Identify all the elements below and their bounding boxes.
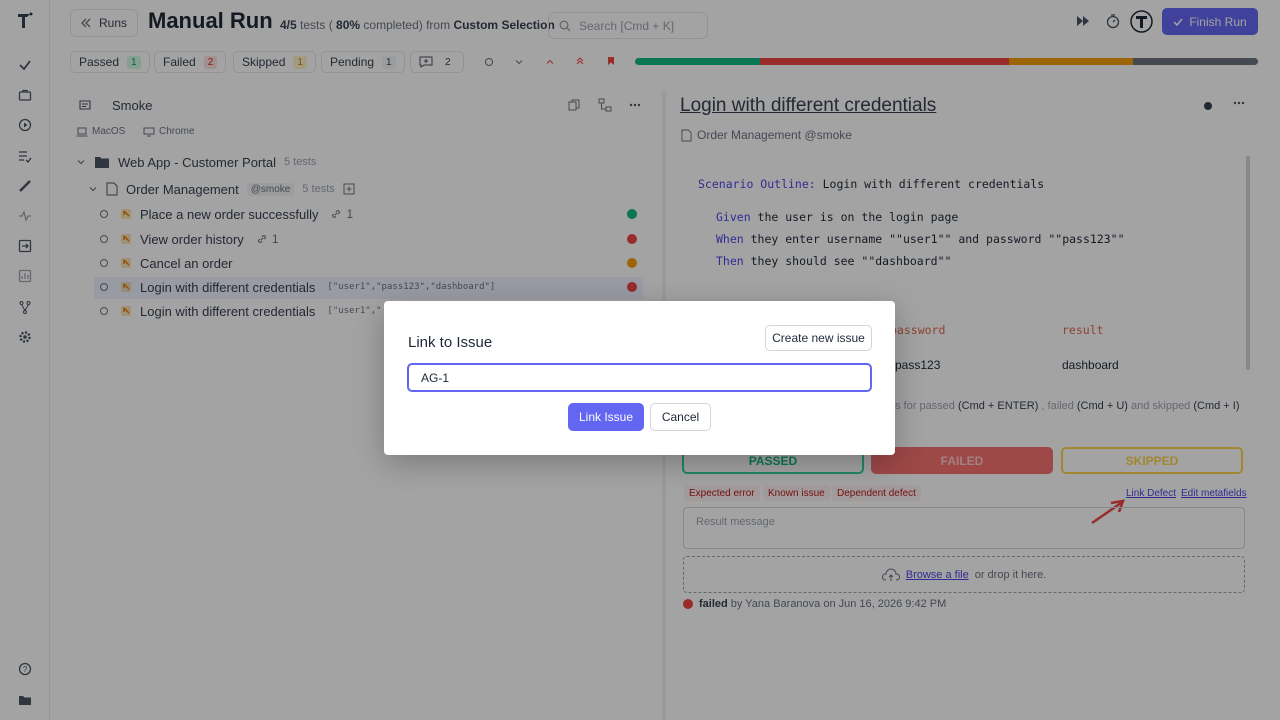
dialog-title: Link to Issue [408,334,493,351]
cancel-button[interactable]: Cancel [650,403,711,431]
create-new-issue-button[interactable]: Create new issue [765,325,872,351]
link-to-issue-dialog: Link to Issue Create new issue Link Issu… [384,301,895,455]
issue-id-input[interactable] [407,363,872,392]
link-issue-button[interactable]: Link Issue [568,403,644,431]
